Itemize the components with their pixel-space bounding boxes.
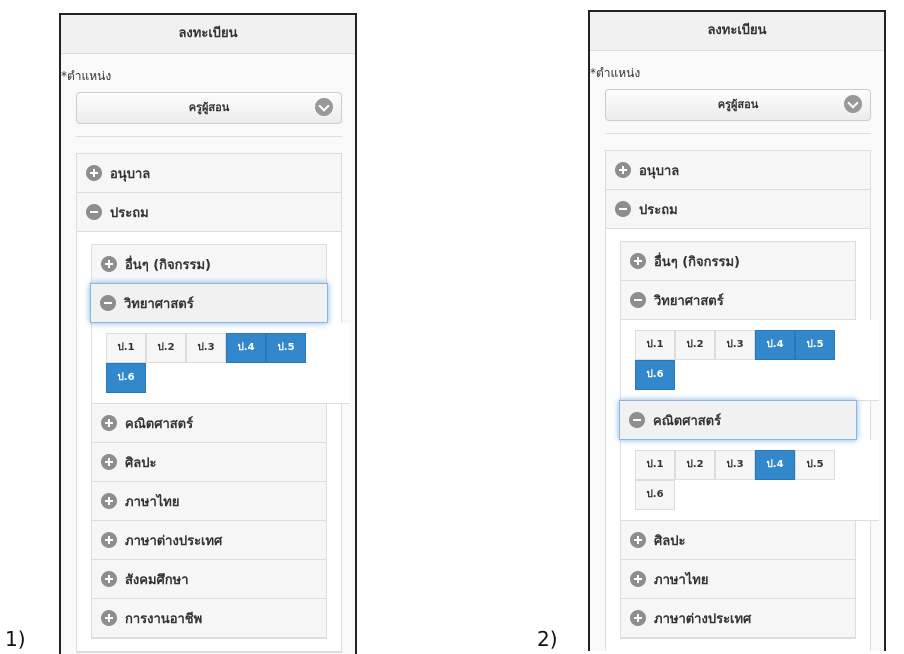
grade-group-science: ป.1 ป.2 ป.3 ป.4 ป.5 ป.6 (621, 320, 879, 401)
subject-social-studies[interactable]: สังคมศึกษา (92, 560, 326, 599)
level-prathom[interactable]: ประถม (606, 190, 870, 229)
grade-button-p3[interactable]: ป.3 (715, 450, 755, 480)
grade-button-p2[interactable]: ป.2 (675, 330, 715, 360)
subject-math[interactable]: คณิตศาสตร์ (92, 404, 326, 443)
minus-icon (100, 295, 116, 311)
grade-button-p2[interactable]: ป.2 (146, 333, 186, 363)
level-label: อนุบาล (639, 163, 680, 179)
position-select[interactable]: ครูผู้สอน (605, 89, 871, 121)
level-label: ประถม (110, 205, 149, 221)
minus-icon (615, 201, 631, 217)
level-accordion: อนุบาล ประถม อื่นๆ (กิจกรรม) วิทยาศาสตร์… (605, 150, 879, 651)
plus-icon (630, 571, 646, 587)
subject-art[interactable]: ศิลปะ (621, 521, 855, 560)
plus-icon (101, 493, 117, 509)
position-label: *ตำแหน่ง (61, 69, 112, 83)
subject-label: ศิลปะ (654, 533, 686, 549)
grade-button-p1[interactable]: ป.1 (635, 330, 675, 360)
minus-icon (86, 204, 102, 220)
subject-other[interactable]: อื่นๆ (กิจกรรม) (621, 242, 855, 281)
grade-button-p4[interactable]: ป.4 (755, 330, 795, 360)
phone-screen-2: ลงทะเบียน *ตำแหน่ง ครูผู้สอน อนุบาล ประถ… (588, 10, 886, 651)
figure-label-2: 2) (537, 627, 558, 651)
page-title: ลงทะเบียน (61, 15, 355, 54)
level-anuban[interactable]: อนุบาล (606, 151, 870, 190)
subject-career[interactable]: การงานอาชีพ (92, 599, 326, 638)
minus-icon (629, 412, 645, 428)
grade-button-p4[interactable]: ป.4 (226, 333, 266, 363)
subject-thai[interactable]: ภาษาไทย (621, 560, 855, 599)
grade-button-p3[interactable]: ป.3 (186, 333, 226, 363)
grade-button-p1[interactable]: ป.1 (106, 333, 146, 363)
minus-icon (630, 292, 646, 308)
subject-other[interactable]: อื่นๆ (กิจกรรม) (92, 245, 326, 284)
subject-art[interactable]: ศิลปะ (92, 443, 326, 482)
position-select-value: ครูผู้สอน (717, 98, 759, 111)
phone-screen-1: ลงทะเบียน *ตำแหน่ง ครูผู้สอน อนุบาล ประถ… (59, 13, 357, 654)
divider (605, 133, 871, 134)
plus-icon (630, 253, 646, 269)
subject-label: อื่นๆ (กิจกรรม) (125, 257, 211, 273)
plus-icon (101, 454, 117, 470)
position-label: *ตำแหน่ง (590, 66, 641, 80)
subject-label: วิทยาศาสตร์ (124, 296, 194, 312)
subject-foreign-language[interactable]: ภาษาต่างประเทศ (621, 599, 855, 638)
grade-button-p5[interactable]: ป.5 (795, 450, 835, 480)
subject-science[interactable]: วิทยาศาสตร์ (90, 283, 328, 323)
divider (76, 136, 342, 137)
grade-button-p5[interactable]: ป.5 (266, 333, 306, 363)
subject-label: ภาษาต่างประเทศ (125, 533, 223, 549)
level-label: อนุบาล (110, 166, 151, 182)
grade-group-math: ป.1 ป.2 ป.3 ป.4 ป.5 ป.6 (621, 440, 879, 521)
subject-label: อื่นๆ (กิจกรรม) (654, 254, 740, 270)
plus-icon (86, 165, 102, 181)
subject-container: อื่นๆ (กิจกรรม) วิทยาศาสตร์ ป.1 ป.2 ป.3 … (77, 232, 350, 652)
level-accordion: อนุบาล ประถม อื่นๆ (กิจกรรม) วิทยาศาสตร์… (76, 153, 350, 653)
grade-button-p6[interactable]: ป.6 (635, 480, 675, 510)
grade-button-p6[interactable]: ป.6 (635, 360, 675, 390)
grade-button-p4[interactable]: ป.4 (755, 450, 795, 480)
subject-label: คณิตศาสตร์ (125, 416, 194, 432)
subject-label: ภาษาไทย (125, 494, 180, 510)
figure-label-1: 1) (5, 627, 26, 651)
plus-icon (101, 571, 117, 587)
grade-button-p6[interactable]: ป.6 (106, 363, 146, 393)
subject-math[interactable]: คณิตศาสตร์ (619, 400, 857, 440)
subject-label: คณิตศาสตร์ (653, 413, 722, 429)
grade-button-p1[interactable]: ป.1 (635, 450, 675, 480)
grade-button-p2[interactable]: ป.2 (675, 450, 715, 480)
page-title: ลงทะเบียน (590, 12, 884, 51)
level-prathom[interactable]: ประถม (77, 193, 341, 232)
subject-container: อื่นๆ (กิจกรรม) วิทยาศาสตร์ ป.1 ป.2 ป.3 … (606, 229, 879, 651)
grade-group-science: ป.1 ป.2 ป.3 ป.4 ป.5 ป.6 (92, 323, 350, 404)
plus-icon (101, 415, 117, 431)
subject-foreign-language[interactable]: ภาษาต่างประเทศ (92, 521, 326, 560)
subject-accordion: อื่นๆ (กิจกรรม) วิทยาศาสตร์ ป.1 ป.2 ป.3 … (619, 241, 879, 639)
plus-icon (630, 610, 646, 626)
grade-button-p5[interactable]: ป.5 (795, 330, 835, 360)
subject-science[interactable]: วิทยาศาสตร์ (621, 281, 855, 320)
subject-label: ศิลปะ (125, 455, 157, 471)
position-select[interactable]: ครูผู้สอน (76, 92, 342, 124)
plus-icon (615, 162, 631, 178)
subject-label: วิทยาศาสตร์ (654, 293, 724, 309)
plus-icon (630, 532, 646, 548)
subject-thai[interactable]: ภาษาไทย (92, 482, 326, 521)
plus-icon (101, 256, 117, 272)
grade-button-p3[interactable]: ป.3 (715, 330, 755, 360)
position-select-value: ครูผู้สอน (188, 101, 230, 114)
plus-icon (101, 532, 117, 548)
subject-label: ภาษาต่างประเทศ (654, 611, 752, 627)
level-anuban[interactable]: อนุบาล (77, 154, 341, 193)
level-label: ประถม (639, 202, 678, 218)
subject-label: การงานอาชีพ (125, 611, 203, 627)
subject-label: สังคมศึกษา (125, 572, 189, 588)
chevron-down-icon (315, 98, 333, 116)
chevron-down-icon (844, 95, 862, 113)
subject-accordion: อื่นๆ (กิจกรรม) วิทยาศาสตร์ ป.1 ป.2 ป.3 … (90, 244, 350, 639)
subject-label: ภาษาไทย (654, 572, 709, 588)
plus-icon (101, 610, 117, 626)
